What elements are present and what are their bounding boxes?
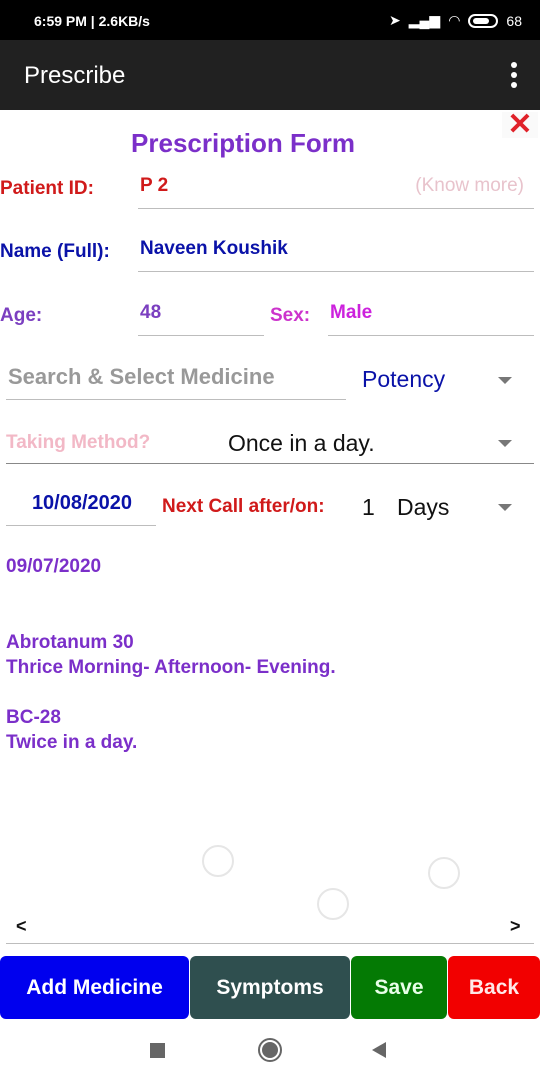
overflow-menu-icon[interactable]	[510, 62, 518, 88]
previous-arrow-button[interactable]: <	[16, 916, 27, 937]
add-medicine-button[interactable]: Add Medicine	[0, 956, 189, 1019]
back-button[interactable]: Back	[448, 956, 540, 1019]
patient-id-field[interactable]: P 2 (Know more)	[138, 175, 534, 209]
prescription-date: 09/07/2020	[6, 556, 102, 577]
age-value: 48	[140, 302, 162, 323]
next-call-unit-dropdown[interactable]: Days	[397, 494, 449, 521]
recents-nav-icon[interactable]	[150, 1043, 165, 1058]
back-nav-icon[interactable]	[372, 1042, 386, 1058]
medicine-name: BC-28	[6, 707, 61, 728]
know-more-link[interactable]: (Know more)	[415, 175, 524, 197]
decorative-circle	[202, 845, 234, 877]
medicine-search-placeholder: Search & Select Medicine	[8, 364, 275, 389]
name-value: Naveen Koushik	[140, 238, 288, 259]
symptoms-button[interactable]: Symptoms	[190, 956, 350, 1019]
app-title: Prescribe	[24, 62, 126, 89]
wifi-icon: ◠	[448, 12, 461, 28]
sex-value: Male	[330, 302, 373, 323]
medicine-item: BC-28 Twice in a day.	[6, 705, 336, 755]
medicine-item: Abrotanum 30 Thrice Morning- Afternoon- …	[6, 630, 336, 680]
age-label: Age:	[0, 305, 43, 326]
close-icon[interactable]: ✕	[502, 110, 538, 140]
medicine-search-input[interactable]: Search & Select Medicine	[6, 364, 346, 400]
location-icon: ➤	[389, 12, 401, 28]
save-button[interactable]: Save	[351, 956, 447, 1019]
decorative-circle	[428, 857, 460, 889]
status-time: 6:59 PM | 2.6KB/s	[34, 13, 150, 29]
taking-method-dropdown[interactable]: Taking Method? Once in a day.	[6, 426, 534, 464]
taking-method-chevron-down-icon	[498, 440, 512, 447]
status-icons: ➤ ▂▄▆ ◠ 68	[389, 12, 522, 29]
taking-method-label: Taking Method?	[6, 432, 151, 453]
status-bar: 6:59 PM | 2.6KB/s ➤ ▂▄▆ ◠ 68	[0, 0, 540, 40]
patient-id-value: P 2	[140, 175, 169, 196]
sex-field[interactable]: Male	[328, 302, 534, 336]
app-bar: Prescribe	[0, 40, 540, 110]
name-label: Name (Full):	[0, 241, 110, 262]
medicine-name: Abrotanum 30	[6, 632, 134, 653]
medicine-dosage: Twice in a day.	[6, 732, 138, 753]
home-nav-icon[interactable]	[258, 1038, 282, 1062]
medicine-list: Abrotanum 30 Thrice Morning- Afternoon- …	[6, 630, 336, 780]
next-arrow-button[interactable]: >	[510, 916, 521, 937]
potency-chevron-down-icon[interactable]	[498, 377, 512, 384]
next-call-label: Next Call after/on:	[162, 496, 325, 517]
decorative-circle	[317, 888, 349, 920]
battery-icon	[468, 13, 499, 28]
date-field[interactable]: 10/08/2020	[6, 492, 156, 526]
potency-dropdown[interactable]: Potency	[362, 366, 445, 393]
divider	[6, 943, 534, 944]
sex-label: Sex:	[270, 305, 311, 326]
taking-method-value: Once in a day.	[228, 430, 375, 456]
signal-icon: ▂▄▆	[408, 12, 441, 28]
battery-level: 68	[506, 12, 522, 29]
age-field[interactable]: 48	[138, 302, 264, 336]
medicine-dosage: Thrice Morning- Afternoon- Evening.	[6, 657, 336, 678]
next-call-chevron-down-icon[interactable]	[498, 504, 512, 511]
form-title: Prescription Form	[131, 128, 355, 158]
next-call-number[interactable]: 1	[362, 494, 375, 521]
date-value: 10/08/2020	[31, 492, 133, 514]
name-field[interactable]: Naveen Koushik	[138, 238, 534, 272]
patient-id-label: Patient ID:	[0, 178, 94, 199]
